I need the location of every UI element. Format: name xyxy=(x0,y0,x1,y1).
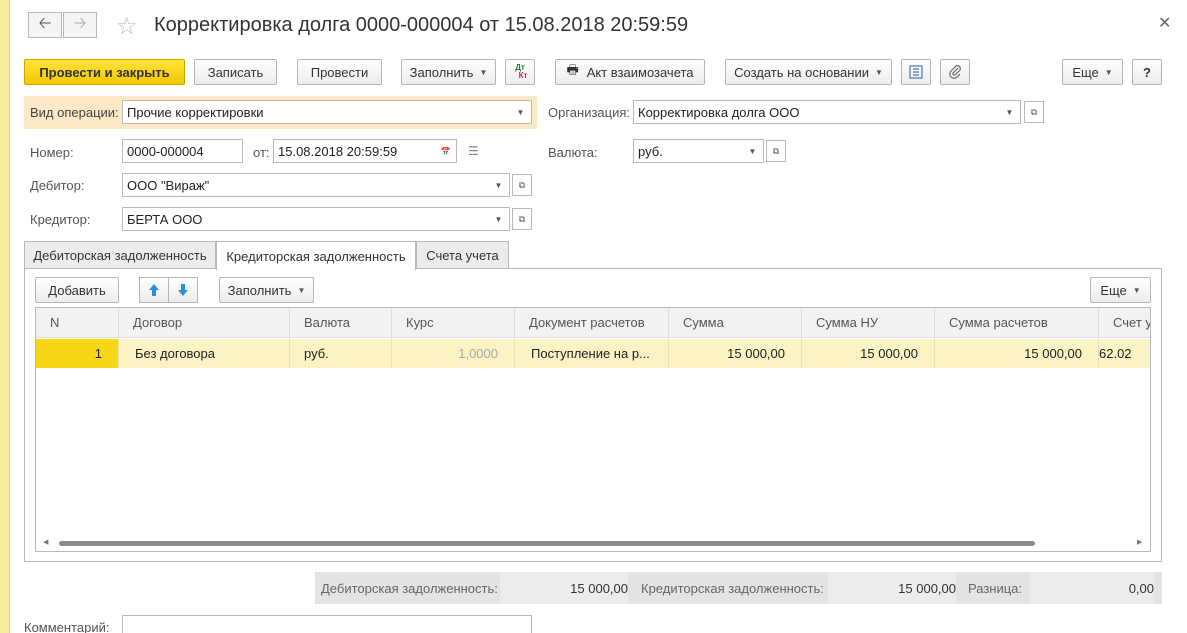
structure-icon[interactable] xyxy=(901,59,931,85)
operation-type-label: Вид операции: xyxy=(30,105,119,120)
table-cell-settlement-amount[interactable]: 15 000,00 xyxy=(935,339,1099,368)
arrow-right-icon: 🡢 xyxy=(73,14,87,32)
arrow-left-icon: 🡠 xyxy=(38,14,52,32)
column-header-currency[interactable]: Валюта xyxy=(290,308,392,338)
table-cell-amount[interactable]: 15 000,00 xyxy=(669,339,802,368)
caret-down-icon: ▼ xyxy=(1132,285,1141,295)
column-header-amount-nu[interactable]: Сумма НУ xyxy=(802,308,935,338)
creditor-label: Кредитор: xyxy=(30,212,91,227)
back-button[interactable]: 🡠 xyxy=(28,12,62,38)
horizontal-scrollbar[interactable]: ◀ ▶ xyxy=(37,538,1149,548)
debit-total-value: 15 000,00 xyxy=(500,572,628,604)
organization-dropdown-icon[interactable]: ▼ xyxy=(999,100,1021,124)
caret-down-icon: ▼ xyxy=(479,67,488,77)
operation-type-dropdown-icon[interactable]: ▼ xyxy=(510,100,532,124)
table-cell-settlement-document[interactable]: Поступление на р... xyxy=(515,339,669,368)
printer-icon: 🖶 xyxy=(566,62,579,77)
scrollbar-thumb[interactable] xyxy=(59,541,1035,546)
column-header-contract[interactable]: Договор xyxy=(119,308,290,338)
date-field[interactable]: 15.08.2018 20:59:59 xyxy=(273,139,436,163)
act-print-label: Акт взаимозачета xyxy=(586,64,694,80)
table-cell-account[interactable]: 62.02 xyxy=(1099,339,1150,368)
number-label: Номер: xyxy=(30,145,74,160)
left-panel-strip xyxy=(0,0,10,633)
tab-accounts[interactable]: Счета учета xyxy=(416,241,509,269)
table-cell-n[interactable]: 1 xyxy=(36,339,119,368)
act-print-button[interactable]: 🖶 Акт взаимозачета xyxy=(555,59,705,85)
debit-total-label: Дебиторская задолженность: xyxy=(321,580,498,596)
create-based-on-button[interactable]: Создать на основании ▼ xyxy=(725,59,892,85)
column-header-n[interactable]: N xyxy=(36,308,119,338)
scroll-left-icon[interactable]: ◀ xyxy=(43,538,48,546)
difference-value: 0,00 xyxy=(1030,572,1154,604)
table-fill-dropdown-button[interactable]: Заполнить ▼ xyxy=(219,277,314,303)
table-cell-currency[interactable]: руб. xyxy=(290,339,392,368)
forward-button[interactable]: 🡢 xyxy=(63,12,97,38)
tab-credit[interactable]: Кредиторская задолженность xyxy=(216,241,416,270)
creditor-dropdown-icon[interactable]: ▼ xyxy=(488,207,510,231)
dt-kt-button[interactable]: Дт Кт xyxy=(505,59,535,85)
arrow-down-icon xyxy=(178,284,188,296)
currency-dropdown-icon[interactable]: ▼ xyxy=(742,139,764,163)
table-more-dropdown-button[interactable]: Еще ▼ xyxy=(1090,277,1151,303)
attachment-icon[interactable] xyxy=(940,59,970,85)
post-button[interactable]: Провести xyxy=(297,59,382,85)
table-more-label: Еще xyxy=(1100,282,1127,298)
kt-label: Кт xyxy=(518,71,528,80)
debtor-dropdown-icon[interactable]: ▼ xyxy=(488,173,510,197)
caret-down-icon: ▼ xyxy=(297,285,306,295)
fill-dropdown-button[interactable]: Заполнить ▼ xyxy=(401,59,496,85)
column-header-account[interactable]: Счет у xyxy=(1099,308,1150,338)
debtor-label: Дебитор: xyxy=(30,178,85,193)
add-row-button[interactable]: Добавить xyxy=(35,277,119,303)
organization-field[interactable]: Корректировка долга ООО xyxy=(633,100,1000,124)
debtor-open-icon[interactable]: ⧉ xyxy=(512,174,532,196)
comment-field[interactable] xyxy=(122,615,532,633)
column-header-rate[interactable]: Курс xyxy=(392,308,515,338)
scroll-right-icon[interactable]: ▶ xyxy=(1137,538,1142,546)
credit-total-label: Кредиторская задолженность: xyxy=(641,580,824,596)
creditor-open-icon[interactable]: ⧉ xyxy=(512,208,532,230)
currency-open-icon[interactable]: ⧉ xyxy=(766,140,786,162)
table-fill-label: Заполнить xyxy=(227,282,292,298)
calendar-icon[interactable]: 📅 xyxy=(435,139,457,163)
currency-field[interactable]: руб. xyxy=(633,139,743,163)
difference-label: Разница: xyxy=(968,580,1023,596)
help-button[interactable]: ? xyxy=(1132,59,1162,85)
post-and-close-button[interactable]: Провести и закрыть xyxy=(24,59,185,85)
more-dropdown-button[interactable]: Еще ▼ xyxy=(1062,59,1123,85)
tab-debit[interactable]: Дебиторская задолженность xyxy=(24,241,216,269)
table-cell-rate[interactable]: 1,0000 xyxy=(392,339,515,368)
close-icon[interactable]: ✕ xyxy=(1158,13,1171,33)
organization-open-icon[interactable]: ⧉ xyxy=(1024,101,1044,123)
create-based-label: Создать на основании xyxy=(734,64,869,80)
currency-label: Валюта: xyxy=(548,145,598,160)
save-button[interactable]: Записать xyxy=(194,59,277,85)
window-title: Корректировка долга 0000-000004 от 15.08… xyxy=(154,14,689,36)
more-label: Еще xyxy=(1072,64,1099,80)
table-cell-amount-nu[interactable]: 15 000,00 xyxy=(802,339,935,368)
history-icon[interactable]: ☰ xyxy=(468,144,479,158)
move-down-button[interactable] xyxy=(168,277,198,303)
arrow-up-icon xyxy=(149,284,159,296)
comment-label: Комментарий: xyxy=(24,620,110,633)
creditor-field[interactable]: БЕРТА ООО xyxy=(122,207,489,231)
move-up-button[interactable] xyxy=(139,277,169,303)
operation-type-field[interactable]: Прочие корректировки xyxy=(122,100,511,124)
credit-table[interactable]: N Договор Валюта Курс Документ расчетов … xyxy=(35,307,1151,552)
column-header-amount[interactable]: Сумма xyxy=(669,308,802,338)
column-header-settlement-amount[interactable]: Сумма расчетов xyxy=(935,308,1099,338)
organization-label: Организация: xyxy=(548,105,631,120)
table-cell-contract[interactable]: Без договора xyxy=(119,339,290,368)
column-header-settlement-document[interactable]: Документ расчетов xyxy=(515,308,669,338)
debtor-field[interactable]: ООО "Вираж" xyxy=(122,173,489,197)
credit-total-value: 15 000,00 xyxy=(828,572,956,604)
date-label: от: xyxy=(253,145,270,160)
number-field[interactable]: 0000-000004 xyxy=(122,139,243,163)
caret-down-icon: ▼ xyxy=(1104,67,1113,77)
star-icon[interactable]: ☆ xyxy=(116,12,138,41)
caret-down-icon: ▼ xyxy=(874,67,883,77)
fill-label: Заполнить xyxy=(409,64,474,80)
